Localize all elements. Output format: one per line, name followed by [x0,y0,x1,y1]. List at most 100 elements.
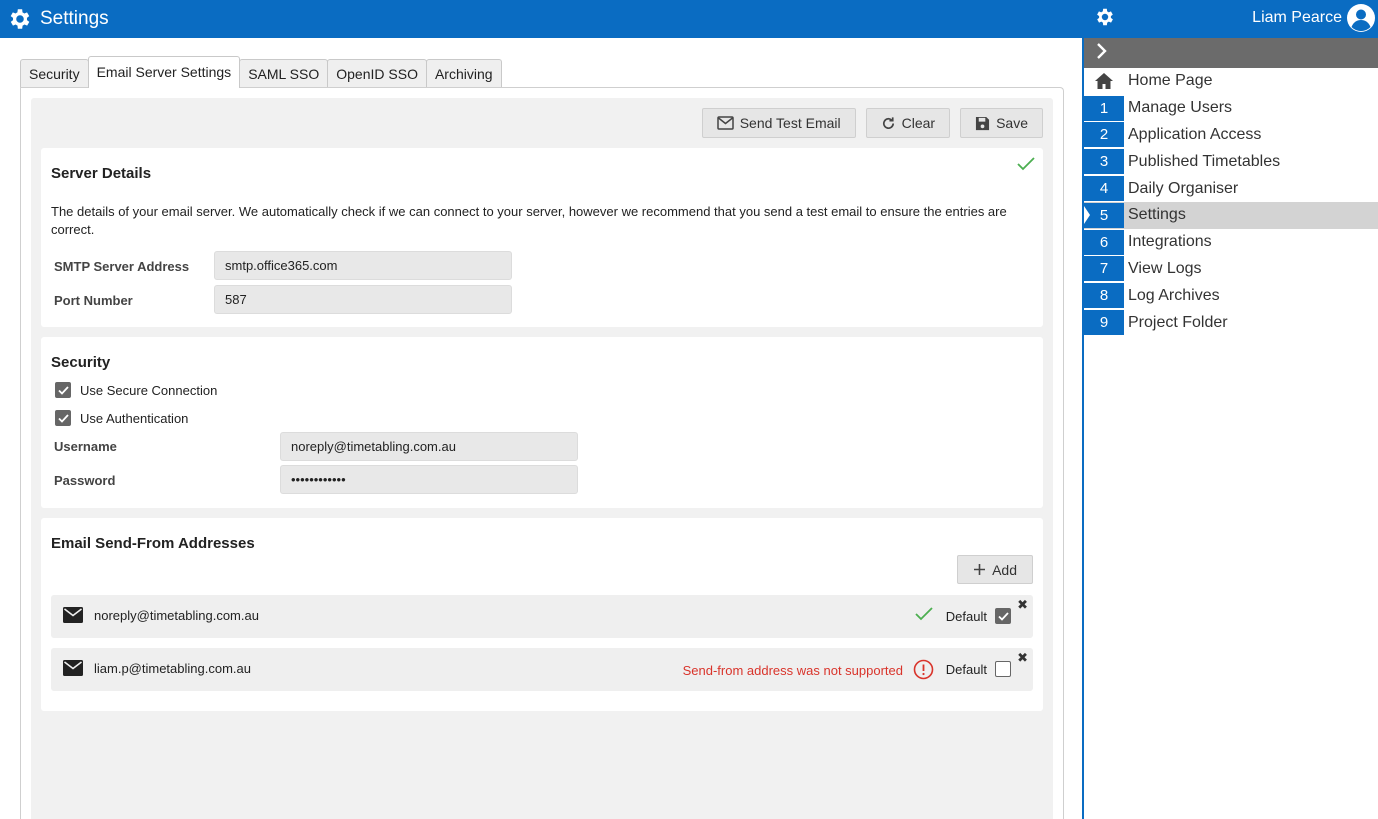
sidebar-item-published-timetables[interactable]: 3 Published Timetables [1084,148,1378,175]
smtp-server-input[interactable]: smtp.office365.com [214,251,512,280]
remove-address-icon[interactable]: ✖ [1017,650,1028,666]
sidebar-item-label: Manage Users [1128,99,1233,117]
port-number-label: Port Number [54,293,133,308]
server-details-description: The details of your email server. We aut… [51,204,1007,237]
header-bar: Settings [0,0,1082,38]
envelope-icon [63,660,83,681]
tab-archiving[interactable]: Archiving [425,59,502,88]
tab-panel: Send Test Email Clear Save Server Detail… [20,87,1064,819]
send-from-card: Email Send-From Addresses Add noreply@ti… [41,518,1043,711]
username-label: Username [54,439,117,454]
server-details-title: Server Details [51,165,152,182]
sidebar-item-home-page[interactable]: Home Page [1084,68,1378,95]
sidebar-item-manage-users[interactable]: 1 Manage Users [1084,95,1378,122]
address-ok-check-icon [915,607,933,626]
use-authentication-checkbox[interactable]: Use Authentication [55,410,188,426]
save-label: Save [996,115,1028,131]
floppy-disk-icon [975,116,990,131]
gear-icon[interactable] [1094,6,1116,33]
sidebar-item-view-logs[interactable]: 7 View Logs [1084,256,1378,283]
connection-ok-check-icon [1017,157,1035,176]
sidebar-item-number: 4 [1084,176,1124,202]
save-button[interactable]: Save [960,108,1043,138]
send-from-address-row: noreply@timetabling.com.au Default ✖ [51,595,1033,638]
sidebar-item-log-archives[interactable]: 8 Log Archives [1084,282,1378,309]
envelope-icon [63,607,83,628]
sidebar-item-label: Application Access [1128,125,1262,143]
envelope-icon [716,116,734,130]
sidebar-item-settings[interactable]: 5 Settings [1084,201,1378,229]
send-from-address-text: noreply@timetabling.com.au [94,608,259,623]
use-secure-connection-checkbox[interactable]: Use Secure Connection [55,382,217,398]
sidebar-item-number: 3 [1084,149,1124,175]
plus-icon [973,563,986,576]
send-from-title: Email Send-From Addresses [51,535,255,552]
add-address-button[interactable]: Add [957,555,1033,584]
tab-email-server-settings[interactable]: Email Server Settings [87,56,241,88]
sidebar-item-number: 6 [1084,229,1124,255]
send-test-email-button[interactable]: Send Test Email [701,108,856,138]
sidebar-item-label: Published Timetables [1128,152,1281,170]
default-checkbox[interactable] [995,661,1011,677]
tab-security[interactable]: Security [20,59,89,88]
security-card: Security Use Secure Connection Use Authe… [41,337,1043,508]
sidebar-item-label: Project Folder [1128,313,1228,331]
sidebar-item-label: Daily Organiser [1128,179,1239,197]
sidebar-item-label: Settings [1128,206,1186,224]
sidebar-item-label: View Logs [1128,259,1202,277]
default-label: Default [945,662,987,677]
checkbox-checked-icon [55,382,71,398]
sidebar: Liam Pearce Home Page 1 Manage Users 2 A… [1082,0,1378,819]
sidebar-item-number: 8 [1084,283,1124,309]
sidebar-item-number: 5 [1084,202,1124,228]
sidebar-collapse-toggle[interactable] [1084,38,1378,68]
user-name[interactable]: Liam Pearce [1252,9,1342,27]
home-icon [1084,69,1124,94]
sidebar-item-integrations[interactable]: 6 Integrations [1084,229,1378,256]
clear-button[interactable]: Clear [865,108,951,138]
gear-icon [7,6,33,32]
settings-form: Send Test Email Clear Save Server Detail… [31,98,1053,819]
remove-address-icon[interactable]: ✖ [1017,597,1028,613]
checkbox-checked-icon [55,410,71,426]
sidebar-item-number: 7 [1084,256,1124,282]
chevron-right-icon [1096,42,1108,65]
sidebar-item-daily-organiser[interactable]: 4 Daily Organiser [1084,175,1378,202]
app-root: Settings Security Email Server Settings … [0,0,1378,819]
sidebar-item-application-access[interactable]: 2 Application Access [1084,122,1378,149]
error-exclamation-icon [913,659,934,685]
username-input[interactable]: noreply@timetabling.com.au [280,432,578,461]
user-avatar-icon[interactable] [1346,3,1376,38]
sidebar-item-label: Home Page [1128,72,1213,90]
sidebar-item-number: 9 [1084,310,1124,336]
tab-openid-sso[interactable]: OpenID SSO [327,59,427,88]
send-from-address-text: liam.p@timetabling.com.au [94,661,251,676]
form-toolbar: Send Test Email Clear Save [701,108,1043,138]
default-checkbox[interactable] [995,608,1011,624]
sidebar-item-label: Log Archives [1128,286,1220,304]
sidebar-item-number: 2 [1084,122,1124,148]
smtp-server-label: SMTP Server Address [54,259,190,274]
send-from-address-row: liam.p@timetabling.com.au Send-from addr… [51,648,1033,691]
sidebar-item-label: Integrations [1128,233,1212,251]
clear-label: Clear [901,115,936,131]
send-test-email-label: Send Test Email [739,115,841,131]
password-input[interactable]: •••••••••••• [280,465,578,494]
server-details-card: Server Details The details of your email… [41,148,1043,327]
use-authentication-label: Use Authentication [80,410,189,426]
security-title: Security [51,354,111,371]
address-error-message: Send-from address was not supported [682,663,903,678]
main-content: Security Email Server Settings SAML SSO … [0,38,1082,819]
sidebar-header: Liam Pearce [1084,0,1378,38]
sidebar-item-project-folder[interactable]: 9 Project Folder [1084,309,1378,336]
port-number-input[interactable]: 587 [214,285,512,314]
use-secure-connection-label: Use Secure Connection [80,382,218,398]
password-label: Password [54,473,116,488]
settings-tabs: Security Email Server Settings SAML SSO … [20,56,502,88]
sidebar-nav: Home Page 1 Manage Users 2 Application A… [1084,68,1378,336]
add-label: Add [992,561,1017,578]
refresh-icon [881,116,896,131]
default-label: Default [945,609,987,624]
sidebar-item-number: 1 [1084,95,1124,121]
tab-saml-sso[interactable]: SAML SSO [239,59,329,88]
